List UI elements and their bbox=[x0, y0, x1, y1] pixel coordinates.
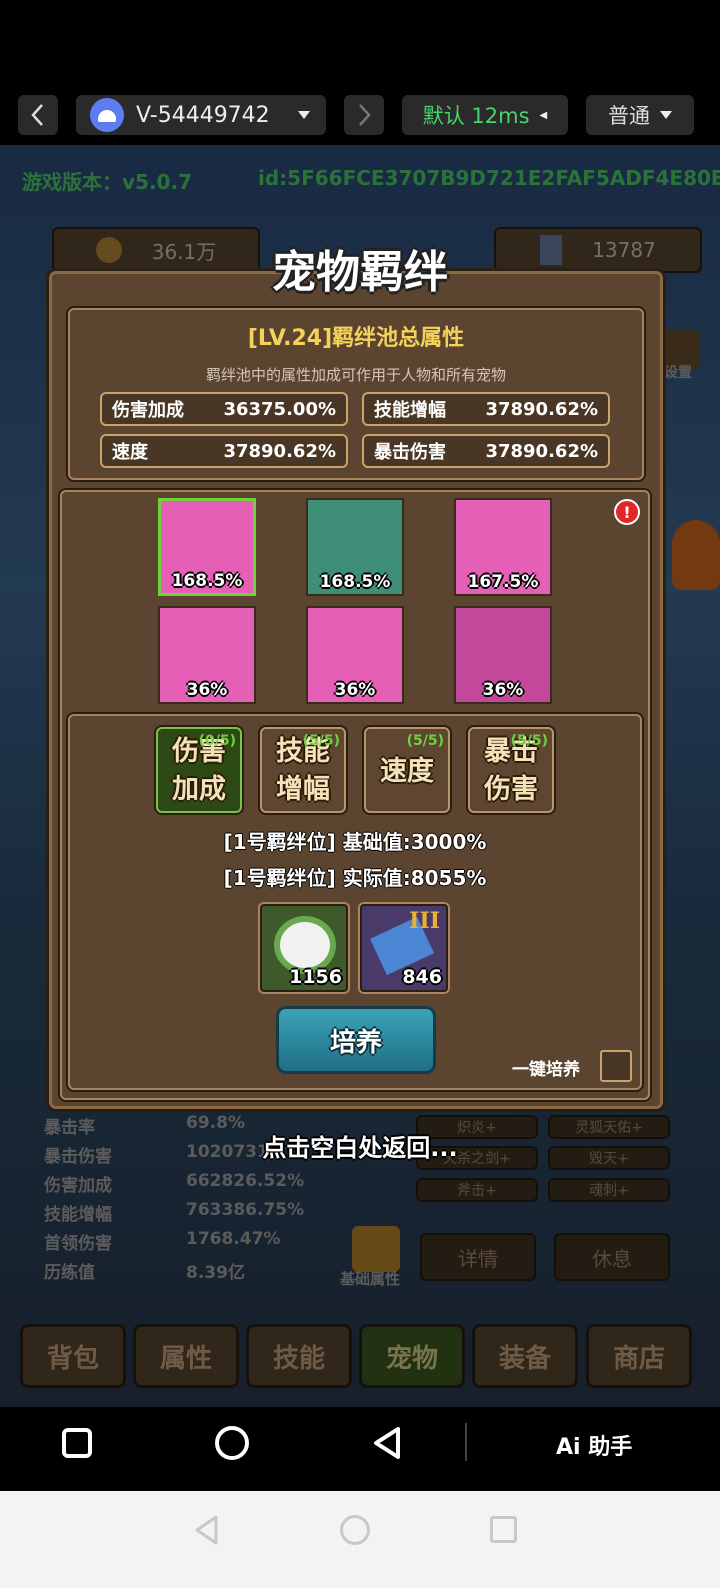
divider bbox=[465, 1423, 467, 1461]
pet-slot[interactable]: 168.5% bbox=[158, 498, 256, 596]
recent-apps-button[interactable] bbox=[490, 1516, 517, 1543]
back-nav-icon[interactable] bbox=[370, 1425, 404, 1461]
pet-slot[interactable]: 36% bbox=[306, 606, 404, 704]
stat-speed: 速度 37890.62% bbox=[100, 434, 348, 468]
material-item[interactable]: III 846 bbox=[360, 904, 448, 992]
slot-actual-value: [1号羁绊位] 实际值:8055% bbox=[223, 866, 487, 890]
cauliflower-icon bbox=[280, 922, 330, 968]
forward-button[interactable] bbox=[344, 95, 384, 135]
alert-icon[interactable]: ! bbox=[614, 499, 640, 525]
recent-apps-button[interactable] bbox=[62, 1428, 92, 1458]
chevron-right-icon bbox=[359, 104, 371, 126]
home-button[interactable] bbox=[340, 1515, 370, 1545]
cultivate-button[interactable]: 培养 bbox=[276, 1006, 436, 1074]
item-count: 1156 bbox=[289, 966, 342, 988]
pet-percent: 36% bbox=[334, 680, 376, 700]
stat-damage-bonus: 伤害加成 36375.00% bbox=[100, 392, 348, 426]
back-button[interactable] bbox=[18, 95, 58, 135]
slot-base-value: [1号羁绊位] 基础值:3000% bbox=[223, 830, 487, 854]
caret-icon: ◀ bbox=[539, 109, 548, 121]
pet-percent: 168.5% bbox=[319, 572, 391, 592]
latency-label: 默认 12ms bbox=[422, 104, 530, 128]
android-icon bbox=[90, 98, 124, 132]
home-button[interactable] bbox=[215, 1426, 249, 1460]
chevron-left-icon bbox=[31, 104, 43, 126]
latency-selector[interactable]: 默认 12ms ◀ bbox=[402, 95, 568, 135]
host-nav-bar bbox=[0, 1491, 720, 1588]
pet-slot[interactable]: 168.5% bbox=[306, 498, 404, 596]
pet-slot[interactable]: 36% bbox=[454, 606, 552, 704]
chevron-down-icon bbox=[660, 111, 672, 119]
stat-crit-damage: 暴击伤害 37890.62% bbox=[362, 434, 610, 468]
device-name: V-54449742 bbox=[136, 102, 270, 128]
item-tier: III bbox=[409, 908, 440, 934]
pet-percent: 36% bbox=[186, 680, 228, 700]
tab-bond-skill[interactable]: 技能 增幅 (5/5) bbox=[260, 727, 346, 813]
pool-title: [LV.24]羁绊池总属性 bbox=[247, 326, 465, 351]
material-item[interactable]: 1156 bbox=[260, 904, 348, 992]
system-nav-bar: Ai 助手 bbox=[0, 1407, 720, 1491]
quality-label: 普通 bbox=[608, 104, 650, 128]
device-selector[interactable]: V-54449742 bbox=[76, 95, 326, 135]
pet-slot[interactable]: 36% bbox=[158, 606, 256, 704]
one-key-label: 一键培养 bbox=[512, 1060, 580, 1080]
back-hint: 点击空白处返回... bbox=[262, 1134, 458, 1162]
pool-description: 羁绊池中的属性加成可作用于人物和所有宠物 bbox=[205, 366, 506, 384]
dialog-title: 宠物羁绊 bbox=[272, 247, 448, 298]
item-count: 846 bbox=[402, 966, 442, 988]
pet-percent: 36% bbox=[482, 680, 524, 700]
tab-bond-speed[interactable]: 速度 (5/5) bbox=[364, 727, 450, 813]
tab-bond-crit[interactable]: 暴击 伤害 (5/5) bbox=[468, 727, 554, 813]
pet-slot[interactable]: 167.5% bbox=[454, 498, 552, 596]
quality-selector[interactable]: 普通 bbox=[586, 95, 694, 135]
stat-skill-amp: 技能增幅 37890.62% bbox=[362, 392, 610, 426]
tab-bond-damage[interactable]: 伤害 加成 (0/5) bbox=[156, 727, 242, 813]
ai-assistant-button[interactable]: Ai 助手 bbox=[556, 1429, 632, 1461]
pet-percent: 168.5% bbox=[171, 571, 243, 591]
pet-percent: 167.5% bbox=[467, 572, 539, 592]
one-key-checkbox[interactable] bbox=[600, 1050, 632, 1082]
back-nav-icon[interactable] bbox=[192, 1513, 222, 1547]
chevron-down-icon bbox=[298, 111, 310, 119]
